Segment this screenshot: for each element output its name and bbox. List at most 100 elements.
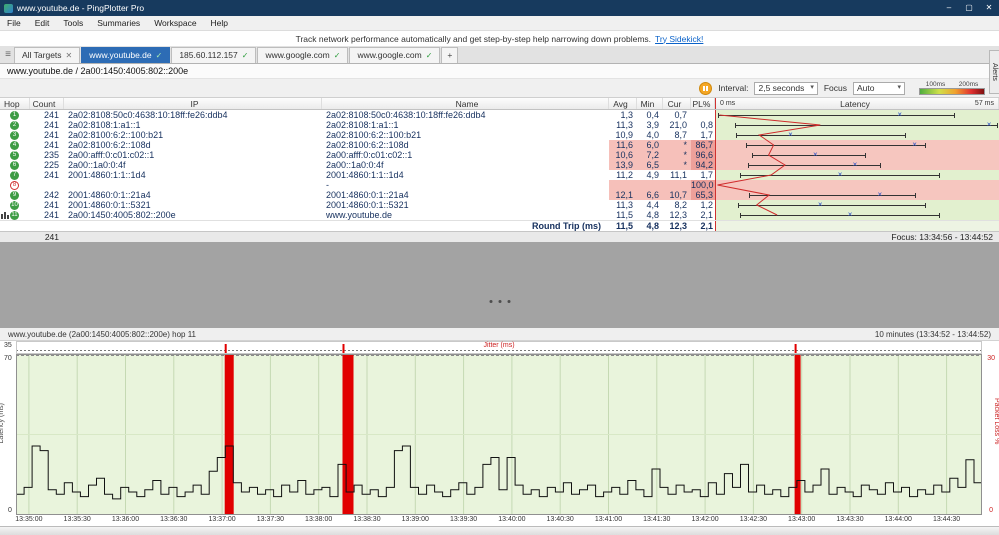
ip-cell: 2a00:afff:0:c01:c02::1 [68, 150, 155, 160]
cur-cell: 8,2 [674, 200, 687, 210]
pl-cell: 1,2 [700, 200, 713, 210]
bottom-scrollbar[interactable] [0, 526, 999, 535]
add-target-button[interactable]: + [441, 47, 459, 63]
col-header-avg[interactable]: Avg [609, 98, 637, 109]
latency-scale-legend: 100ms 200ms [919, 81, 985, 95]
timeline-graph[interactable] [16, 354, 982, 515]
try-sidekick-link[interactable]: Try Sidekick! [655, 34, 703, 44]
timeline-header: www.youtube.de (2a00:1450:4005:802::200e… [0, 328, 999, 341]
close-icon[interactable]: ✕ [66, 48, 73, 63]
cur-cell: 0,7 [674, 110, 687, 120]
table-row-hop-2[interactable]: 2 241 2a02:8108:1:a1::1 2a02:8108:1:a1::1 11… [0, 120, 999, 130]
interval-label: Interval: [718, 83, 749, 93]
ip-cell: 2a00:1450:4005:802::200e [68, 210, 176, 220]
table-row-hop-1[interactable]: 1 241 2a02:8108:50c0:4638:10:18ff:fe26:ddb… [0, 110, 999, 120]
check-icon: ✓ [333, 51, 341, 60]
hop-badge: 1 [10, 110, 19, 120]
table-row-hop-11[interactable]: 11 241 2a00:1450:4005:802::200e www.youtube… [0, 210, 999, 220]
table-row-hop-7[interactable]: 7 241 2001:4860:1:1::1d4 2001:4860:1:1::1d4… [0, 170, 999, 180]
alerts-side-tab[interactable]: Alerts [989, 50, 999, 94]
count-cell: 235 [43, 150, 59, 160]
menu-item-edit[interactable]: Edit [28, 18, 57, 28]
loss-y-min: 0 [989, 507, 993, 514]
latency-range-bar [717, 114, 955, 116]
range-max-cap [924, 202, 926, 208]
maximize-button[interactable]: ▢ [959, 0, 979, 16]
time-tick-label: 13:41:30 [643, 516, 671, 523]
col-header-hop[interactable]: Hop [0, 98, 30, 109]
interval-select[interactable]: 2,5 seconds ▾ [754, 81, 818, 95]
hop-badge: 7 [10, 170, 19, 180]
ip-cell: 2001:4860:0:1::21a4 [68, 190, 151, 200]
latency-range-bar [748, 164, 880, 166]
target-header: www.youtube.de / 2a00:1450:4005:802::200… [0, 64, 999, 79]
table-row-hop-3[interactable]: 3 241 2a02:8100:6:2::100:b21 2a02:8100:6:2:… [0, 130, 999, 140]
round-trip-count-cell [30, 221, 64, 231]
tab-label: www.youtube.de [89, 50, 152, 60]
range-min-cap [748, 192, 750, 198]
table-row-hop-8[interactable]: 8 - 100,0 [0, 180, 999, 190]
menu-item-file[interactable]: File [0, 18, 28, 28]
latency-axis-label: Latency (ms) [0, 403, 5, 444]
tab-target-2[interactable]: www.google.com ✓ [257, 47, 349, 63]
pl-cell: 2,1 [700, 210, 713, 220]
col-header-name[interactable]: Name [322, 98, 609, 109]
col-header-cur[interactable]: Cur [663, 98, 691, 109]
round-trip-avg: 11,5 [615, 221, 633, 231]
minimize-button[interactable]: – [939, 0, 959, 16]
chevron-down-icon: ▾ [897, 84, 901, 91]
timeline-title: www.youtube.de (2a00:1450:4005:802::200e… [8, 329, 196, 339]
table-footer-row: 241 Focus: 13:34:56 - 13:44:52 [0, 231, 999, 242]
menu-item-tools[interactable]: Tools [56, 18, 90, 28]
latency-graph-cell: × [715, 140, 999, 150]
time-tick-label: 13:36:30 [160, 516, 188, 523]
interval-value: 2,5 seconds [758, 83, 805, 93]
range-min-cap [751, 152, 753, 158]
table-row-hop-6[interactable]: 6 225 2a00::1a0:0:4f 2a00::1a0:0:4f 13,9 6,5 *… [0, 160, 999, 170]
latency-marker: × [852, 160, 858, 169]
timeline-graph-svg [16, 354, 982, 515]
name-cell: 2001:4860:1:1::1d4 [326, 170, 404, 180]
col-header-latency[interactable]: 0 ms Latency 57 ms [715, 98, 999, 109]
col-header-min[interactable]: Min [637, 98, 663, 109]
table-row-hop-9[interactable]: 9 242 2001:4860:0:1::21a4 2001:4860:0:1::21… [0, 190, 999, 200]
round-trip-label: Round Trip (ms) [532, 221, 601, 231]
latency-range-bar [739, 214, 940, 216]
focus-select[interactable]: Auto ▾ [853, 81, 905, 95]
tab-target-3[interactable]: www.google.com ✓ [349, 47, 441, 63]
hop-badge: 10 [10, 200, 19, 210]
tab-target-0[interactable]: www.youtube.de ✓ [81, 47, 171, 63]
col-header-ip[interactable]: IP [64, 98, 322, 109]
menu-item-summaries[interactable]: Summaries [90, 18, 147, 28]
range-min-cap [739, 212, 741, 218]
check-icon: ✓ [241, 51, 249, 60]
round-trip-pl: 2,1 [700, 221, 713, 231]
window-controls: – ▢ ✕ [939, 0, 999, 16]
hop-badge: 11 [10, 210, 19, 220]
table-row-hop-10[interactable]: 10 241 2001:4860:0:1::5321 2001:4860:0:1::5… [0, 200, 999, 210]
packet-loss-axis-label: Packet Loss % [993, 398, 999, 445]
hop-badge: 6 [10, 160, 19, 170]
tab-target-1[interactable]: 185.60.112.157 ✓ [171, 47, 257, 63]
col-header-pl[interactable]: PL% [691, 98, 715, 109]
count-cell: 241 [43, 170, 59, 180]
table-row-hop-4[interactable]: 4 241 2a02:8100:6:2::108d 2a02:8100:6:2::10… [0, 140, 999, 150]
cur-cell: 12,3 [669, 210, 687, 220]
jitter-strip[interactable]: Jitter (ms) [16, 341, 982, 354]
table-row-hop-5[interactable]: 5 235 2a00:afff:0:c01:c02::1 2a00:afff:0:c0… [0, 150, 999, 160]
pause-button[interactable] [699, 81, 713, 95]
hamburger-icon[interactable]: ≡ [2, 46, 14, 63]
loss-y-max: 30 [987, 355, 995, 362]
menu-item-help[interactable]: Help [204, 18, 235, 28]
menu-item-workspace[interactable]: Workspace [147, 18, 203, 28]
tab-all-targets[interactable]: All Targets ✕ [14, 47, 81, 63]
ip-cell: 2a00::1a0:0:4f [68, 160, 126, 170]
col-header-count[interactable]: Count [30, 98, 64, 109]
splitter-handle[interactable] [489, 300, 510, 303]
latency-axis-max: 57 ms [974, 100, 994, 107]
close-button[interactable]: ✕ [979, 0, 999, 16]
latency-color-scale [919, 88, 985, 95]
avg-cell: 11,5 [616, 210, 633, 220]
min-cell: 6,0 [637, 140, 663, 150]
pl-cell: 86,7 [691, 140, 715, 150]
